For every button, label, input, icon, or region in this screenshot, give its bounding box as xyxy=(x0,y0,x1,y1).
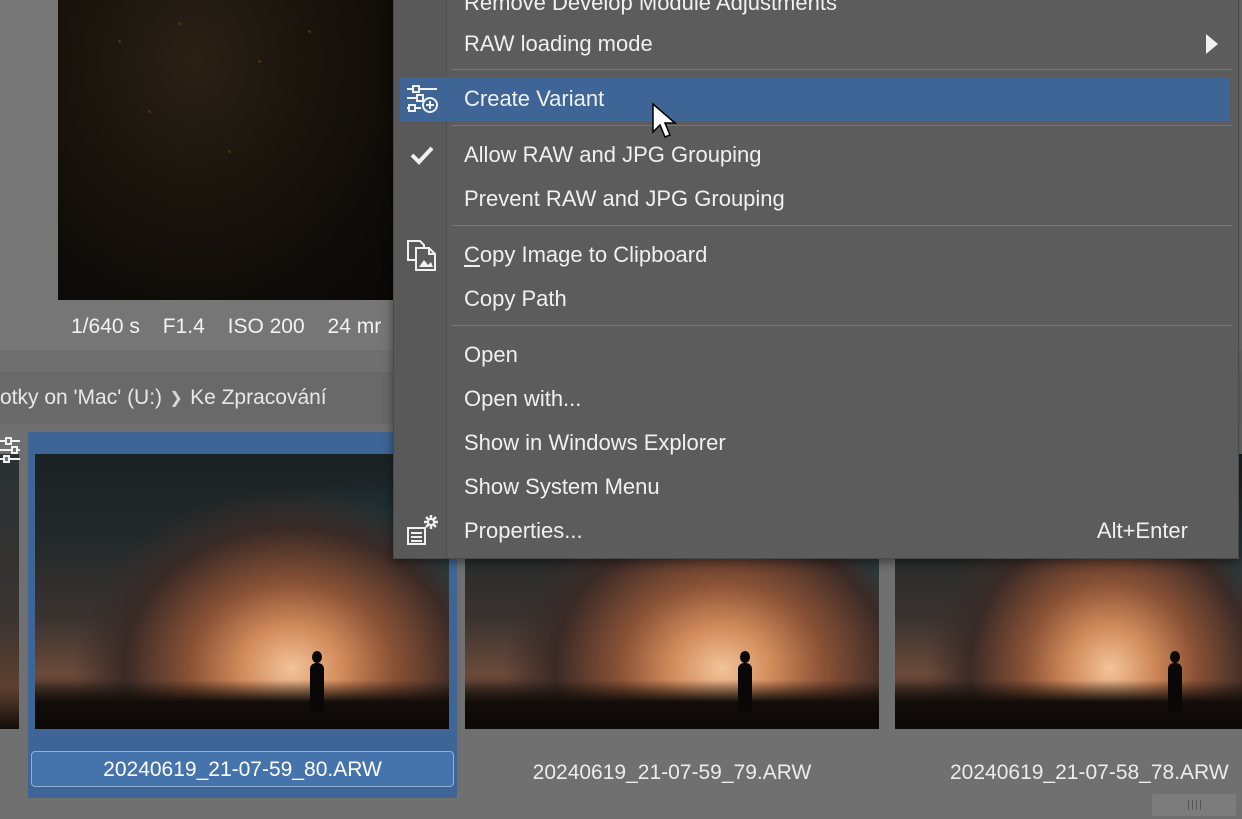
submenu-arrow-icon xyxy=(1206,34,1218,54)
menu-item-copy-path[interactable]: Copy Path xyxy=(400,277,1230,321)
menu-item-label: RAW loading mode xyxy=(464,31,653,56)
preview-image[interactable] xyxy=(58,0,398,300)
thumbnail-partial[interactable] xyxy=(0,454,19,729)
menu-item-label: Create Variant xyxy=(464,86,605,111)
menu-item-label: Properties... xyxy=(464,518,583,543)
menu-item-label: Show in Windows Explorer xyxy=(464,430,726,455)
exif-iso: ISO 200 xyxy=(227,315,305,338)
checkmark-icon xyxy=(404,137,440,173)
exif-shutter: 1/640 s xyxy=(71,315,140,338)
menu-item-create-variant[interactable]: Create Variant xyxy=(400,77,1230,121)
breadcrumb-item-folder[interactable]: Ke Zpracování xyxy=(190,386,327,410)
menu-item-label: Show System Menu xyxy=(464,474,660,499)
menu-separator xyxy=(452,225,1232,226)
thumbnail-image[interactable] xyxy=(35,454,449,729)
context-menu: Remove Develop Module Adjustments RAW lo… xyxy=(393,0,1239,559)
exif-aperture: F1.4 xyxy=(162,315,205,338)
menu-item-show-system-menu[interactable]: Show System Menu xyxy=(400,465,1230,509)
thumbnail-filename[interactable]: 20240619_21-07-59_79.ARW xyxy=(465,755,879,791)
menu-separator xyxy=(452,69,1232,70)
menu-separator xyxy=(452,125,1232,126)
menu-item-allow-grouping[interactable]: Allow RAW and JPG Grouping xyxy=(400,133,1230,177)
breadcrumb-item-drive[interactable]: otky on 'Mac' (U:) xyxy=(0,386,162,410)
chevron-right-icon: ❯ xyxy=(169,390,183,407)
thumbnail-filename[interactable]: 20240619_21-07-59_80.ARW xyxy=(31,751,454,787)
menu-item-label-rest: opy Image to Clipboard xyxy=(479,242,708,267)
menu-item-open-with[interactable]: Open with... xyxy=(400,377,1230,421)
mouse-cursor-icon xyxy=(652,102,678,138)
menu-item-properties[interactable]: Properties... Alt+Enter xyxy=(400,509,1230,553)
properties-icon xyxy=(404,513,440,549)
scrollbar-handle[interactable] xyxy=(1152,794,1236,816)
menu-item-shortcut: Alt+Enter xyxy=(1096,518,1188,543)
menu-item-label: Open with... xyxy=(464,386,582,411)
menu-item-prevent-grouping[interactable]: Prevent RAW and JPG Grouping xyxy=(400,177,1230,221)
thumbnail-filename[interactable]: 20240619_21-07-58_78.ARW xyxy=(950,755,1242,791)
menu-item-label: Copy Path xyxy=(464,286,567,311)
exif-info: 1/640 s F1.4 ISO 200 24 mr xyxy=(71,315,398,341)
variant-icon xyxy=(0,437,20,463)
menu-separator xyxy=(452,325,1232,326)
menu-item-raw-loading-mode[interactable]: RAW loading mode xyxy=(400,22,1230,66)
copy-image-icon xyxy=(404,237,440,273)
menu-item-label: Copy Image to Clipboard xyxy=(464,233,707,277)
menu-item-open[interactable]: Open xyxy=(400,333,1230,377)
menu-item-label: Allow RAW and JPG Grouping xyxy=(464,142,762,167)
menu-item-label: Prevent RAW and JPG Grouping xyxy=(464,186,785,211)
accelerator-key: C xyxy=(464,242,480,267)
variant-icon xyxy=(404,81,440,117)
menu-item-copy-image[interactable]: Copy Image to Clipboard xyxy=(400,233,1230,277)
menu-item-show-in-explorer[interactable]: Show in Windows Explorer xyxy=(400,421,1230,465)
exif-focal-length: 24 mr xyxy=(327,315,382,338)
menu-item-label: Open xyxy=(464,342,518,367)
